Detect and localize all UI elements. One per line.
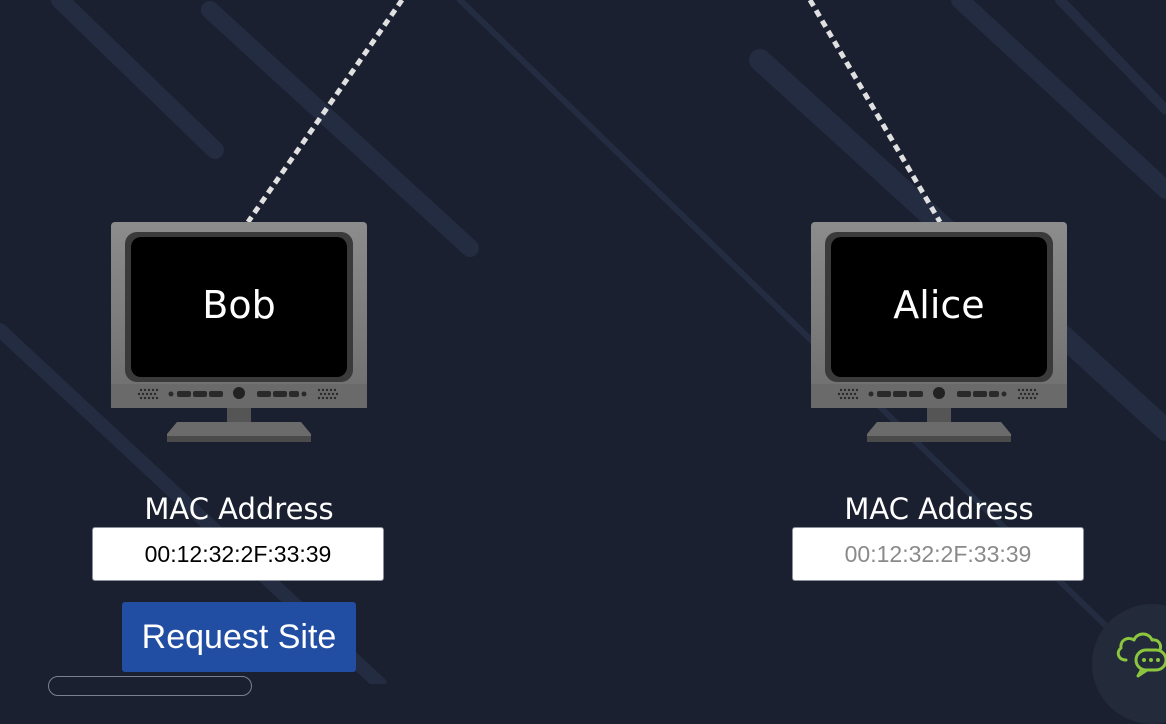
mac-address-input-alice[interactable] — [792, 527, 1084, 581]
mac-address-input-bob[interactable] — [92, 527, 384, 581]
computer-bob: Bob — [111, 222, 367, 446]
request-site-button[interactable]: Request Site — [122, 602, 356, 672]
computer-alice: Alice — [811, 222, 1067, 446]
monitor-icon — [811, 222, 1067, 442]
device-name-bob: Bob — [202, 283, 276, 327]
bottom-panel[interactable] — [48, 676, 252, 696]
cloud-chat-icon — [1116, 632, 1166, 678]
mac-address-label-bob: MAC Address — [144, 492, 334, 526]
device-name-alice: Alice — [893, 283, 985, 327]
monitor-icon — [111, 222, 367, 442]
mac-address-label-alice: MAC Address — [844, 492, 1034, 526]
